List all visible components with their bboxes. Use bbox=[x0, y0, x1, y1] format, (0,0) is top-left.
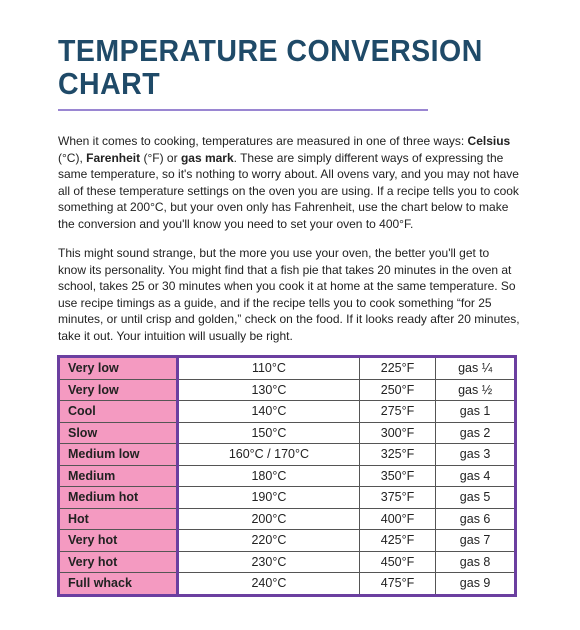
fahrenheit-cell: 275°F bbox=[358, 400, 437, 423]
celsius-cell: 230°C bbox=[177, 550, 360, 573]
advice-paragraph: This might sound strange, but the more y… bbox=[58, 246, 520, 343]
label-cell: Very hot bbox=[58, 529, 179, 552]
table-row: Medium hot 190°C 375°F gas 5 bbox=[58, 486, 516, 509]
table-row: Medium low 160°C / 170°C 325°F gas 3 bbox=[58, 443, 516, 466]
celsius-cell: 190°C bbox=[177, 486, 360, 509]
text: When it comes to cooking, temperatures a… bbox=[58, 134, 468, 148]
gas-mark-cell: gas 7 bbox=[435, 529, 516, 552]
label-cell: Hot bbox=[58, 507, 179, 530]
table-row: Cool 140°C 275°F gas 1 bbox=[58, 400, 516, 423]
conversion-table: Very low 110°C 225°F gas ¼ Very low 130°C 250°… bbox=[57, 355, 517, 597]
fahrenheit-cell: 250°F bbox=[358, 378, 437, 401]
table-row: Very low 110°C 225°F gas ¼ bbox=[58, 356, 516, 380]
fahrenheit-cell: 375°F bbox=[358, 486, 437, 509]
gas-mark-cell: gas ¼ bbox=[435, 356, 516, 380]
celsius-cell: 140°C bbox=[177, 400, 360, 423]
gas-mark-cell: gas 9 bbox=[435, 572, 516, 596]
title-line-2: CHART bbox=[58, 66, 161, 101]
gas-mark-cell: gas 3 bbox=[435, 443, 516, 466]
gas-mark-cell: gas 2 bbox=[435, 421, 516, 444]
table-row: Very hot 220°C 425°F gas 7 bbox=[58, 529, 516, 552]
gas-mark-term: gas mark bbox=[180, 150, 234, 165]
gas-mark-cell: gas 1 bbox=[435, 400, 516, 423]
gas-mark-cell: gas 8 bbox=[435, 550, 516, 573]
label-cell: Slow bbox=[58, 421, 179, 444]
intro-paragraph: When it comes to cooking, temperatures a… bbox=[58, 133, 520, 232]
text: (°C), bbox=[58, 150, 87, 165]
celsius-cell: 130°C bbox=[177, 378, 360, 401]
celsius-cell: 240°C bbox=[177, 572, 360, 596]
gas-mark-cell: gas 5 bbox=[435, 486, 516, 509]
page-title: TEMPERATURE CONVERSION CHART bbox=[58, 34, 483, 100]
fahrenheit-cell: 225°F bbox=[358, 356, 437, 380]
table-row: Very low 130°C 250°F gas ½ bbox=[58, 378, 516, 401]
celsius-cell: 220°C bbox=[177, 529, 360, 552]
celsius-cell: 200°C bbox=[177, 507, 360, 530]
fahrenheit-cell: 425°F bbox=[358, 529, 437, 552]
label-cell: Medium bbox=[58, 464, 179, 487]
fahrenheit-cell: 450°F bbox=[358, 550, 437, 573]
label-cell: Medium hot bbox=[58, 486, 179, 509]
title-line-1: TEMPERATURE CONVERSION bbox=[58, 33, 483, 68]
celsius-cell: 160°C / 170°C bbox=[177, 443, 360, 466]
text: (°F) or bbox=[140, 150, 181, 165]
label-cell: Very low bbox=[58, 356, 179, 380]
fahrenheit-cell: 475°F bbox=[358, 572, 437, 596]
gas-mark-cell: gas 4 bbox=[435, 464, 516, 487]
title-divider bbox=[58, 109, 428, 111]
label-cell: Very low bbox=[58, 378, 179, 401]
table-row: Hot 200°C 400°F gas 6 bbox=[58, 507, 516, 530]
table-row: Medium 180°C 350°F gas 4 bbox=[58, 464, 516, 487]
gas-mark-cell: gas 6 bbox=[435, 507, 516, 530]
fahrenheit-cell: 325°F bbox=[358, 443, 437, 466]
label-cell: Very hot bbox=[58, 550, 179, 573]
celsius-cell: 180°C bbox=[177, 464, 360, 487]
table-row: Full whack 240°C 475°F gas 9 bbox=[58, 572, 516, 596]
celsius-term: Celsius bbox=[467, 134, 511, 148]
label-cell: Full whack bbox=[58, 572, 179, 596]
gas-mark-cell: gas ½ bbox=[435, 378, 516, 401]
table-row: Slow 150°C 300°F gas 2 bbox=[58, 421, 516, 444]
label-cell: Medium low bbox=[58, 443, 179, 466]
fahrenheit-cell: 300°F bbox=[358, 421, 437, 444]
label-cell: Cool bbox=[58, 400, 179, 423]
celsius-cell: 150°C bbox=[177, 421, 360, 444]
fahrenheit-cell: 400°F bbox=[358, 507, 437, 530]
celsius-cell: 110°C bbox=[177, 356, 360, 380]
fahrenheit-cell: 350°F bbox=[358, 464, 437, 487]
table-row: Very hot 230°C 450°F gas 8 bbox=[58, 550, 516, 573]
fahrenheit-term: Farenheit bbox=[86, 150, 141, 165]
document-page: TEMPERATURE CONVERSION CHART When it come… bbox=[0, 0, 580, 630]
